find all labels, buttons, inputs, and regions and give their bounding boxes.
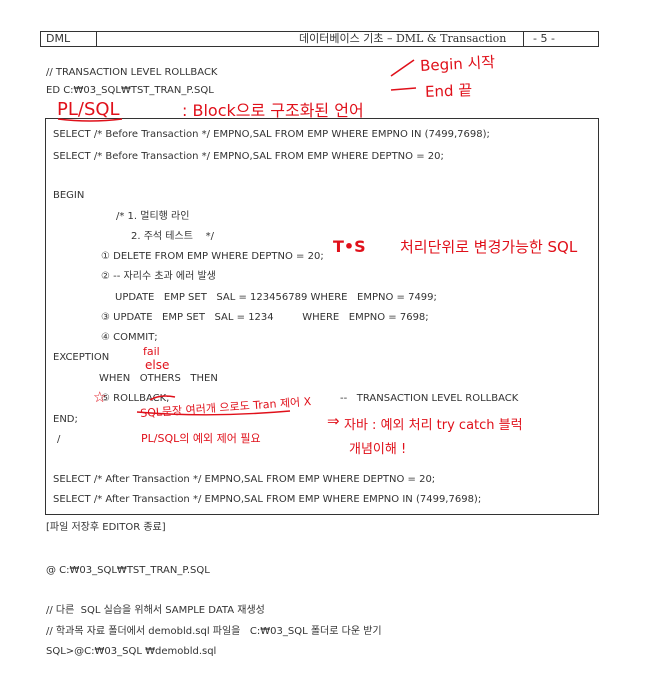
- handwritten-strokes: [57, 59, 417, 416]
